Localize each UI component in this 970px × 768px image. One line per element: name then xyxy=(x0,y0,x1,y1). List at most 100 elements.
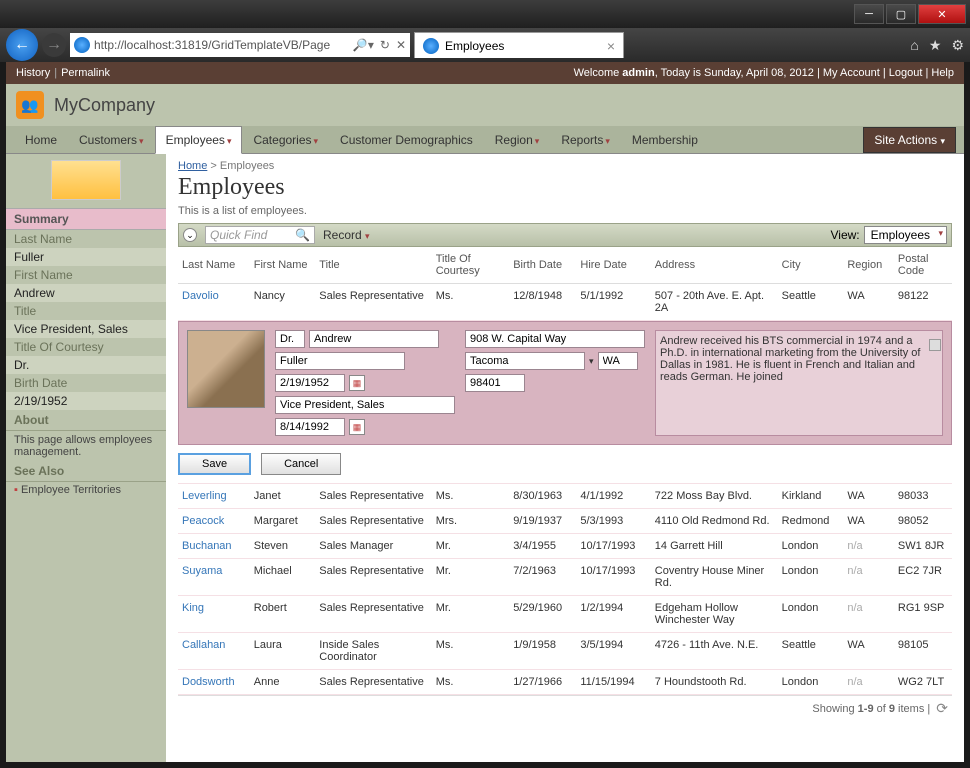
menu-customer-demographics[interactable]: Customer Demographics xyxy=(329,126,484,154)
tools-icon[interactable]: ⚙ xyxy=(951,37,964,54)
cancel-button[interactable]: Cancel xyxy=(261,453,341,475)
column-header[interactable]: Postal Code xyxy=(894,247,952,284)
row-lastname-link[interactable]: Peacock xyxy=(182,515,224,527)
row-lastname-link[interactable]: King xyxy=(182,602,204,614)
edit-panel: ▦ ▦▾ Andrew received his BTS commercial … xyxy=(178,321,952,445)
edit-lastname-input[interactable] xyxy=(275,352,405,370)
calendar-icon[interactable]: ▦ xyxy=(349,419,365,435)
save-button[interactable]: Save xyxy=(178,453,251,475)
edit-city-input[interactable] xyxy=(465,352,585,370)
site-actions-button[interactable]: Site Actions ▾ xyxy=(863,127,956,153)
window-close-button[interactable]: ✕ xyxy=(918,4,966,24)
row-lastname-link[interactable]: Leverling xyxy=(182,490,227,502)
quickfind-input[interactable]: Quick Find🔍 xyxy=(205,226,315,244)
about-heading: About xyxy=(6,410,166,431)
url-input[interactable] xyxy=(94,38,349,52)
column-header[interactable]: City xyxy=(778,247,844,284)
address-bar[interactable]: 🔎▾ ↻ ✕ xyxy=(70,33,410,57)
cell: 98122 xyxy=(894,284,952,321)
employee-photo xyxy=(187,330,265,408)
home-icon[interactable]: ⌂ xyxy=(910,37,918,54)
edit-toc-input[interactable] xyxy=(275,330,305,348)
summary-label: First Name xyxy=(6,266,166,284)
menu-customers[interactable]: Customers▾ xyxy=(68,126,155,154)
window-maximize-button[interactable]: ▢ xyxy=(886,4,916,24)
seealso-link[interactable]: Employee Territories xyxy=(6,482,166,498)
menu-employees[interactable]: Employees▾ xyxy=(155,126,243,154)
table-row[interactable]: KingRobertSales RepresentativeMr.5/29/19… xyxy=(178,596,952,633)
edit-notes-textarea[interactable]: Andrew received his BTS commercial in 19… xyxy=(655,330,943,436)
logout-link[interactable]: Logout xyxy=(889,67,923,79)
ie-icon xyxy=(74,37,90,53)
edit-postalcode-input[interactable] xyxy=(465,374,525,392)
nav-forward-button[interactable]: → xyxy=(42,33,66,57)
nav-back-button[interactable]: ← xyxy=(6,29,38,61)
row-lastname-link[interactable]: Suyama xyxy=(182,565,222,577)
search-icon[interactable]: 🔍 xyxy=(295,228,310,242)
column-header[interactable]: Last Name xyxy=(178,247,250,284)
refresh-icon[interactable]: ⟳ xyxy=(936,700,948,717)
chevron-down-icon[interactable]: ⌄ xyxy=(183,228,197,242)
employees-grid: Last NameFirst NameTitleTitle Of Courtes… xyxy=(178,247,952,695)
search-dropdown-icon[interactable]: 🔎▾ xyxy=(353,38,374,52)
menu-membership[interactable]: Membership xyxy=(621,126,709,154)
my-account-link[interactable]: My Account xyxy=(823,67,880,79)
menu-categories[interactable]: Categories▾ xyxy=(242,126,329,154)
menu-reports[interactable]: Reports▾ xyxy=(550,126,621,154)
column-header[interactable]: Region xyxy=(843,247,894,284)
table-row[interactable]: CallahanLauraInside Sales CoordinatorMs.… xyxy=(178,633,952,670)
cell: n/a xyxy=(843,596,894,633)
row-lastname-link[interactable]: Dodsworth xyxy=(182,676,235,688)
row-lastname-link[interactable]: Buchanan xyxy=(182,540,232,552)
tab-close-icon[interactable]: × xyxy=(607,38,615,54)
row-lastname-link[interactable]: Callahan xyxy=(182,639,225,651)
table-row[interactable]: DodsworthAnneSales RepresentativeMs.1/27… xyxy=(178,670,952,695)
cell: 4726 - 11th Ave. N.E. xyxy=(651,633,778,670)
column-header[interactable]: Title Of Courtesy xyxy=(432,247,510,284)
scrollbar-thumb[interactable] xyxy=(929,339,941,351)
cell: King xyxy=(178,596,250,633)
menu-region[interactable]: Region▾ xyxy=(484,126,551,154)
edit-hiredate-input[interactable] xyxy=(275,418,345,436)
record-menu[interactable]: Record ▾ xyxy=(323,228,370,242)
table-row[interactable]: LeverlingJanetSales RepresentativeMs.8/3… xyxy=(178,484,952,509)
stop-icon[interactable]: ✕ xyxy=(396,38,406,52)
column-header[interactable]: Address xyxy=(651,247,778,284)
welcome-label: Welcome xyxy=(574,67,623,79)
table-row[interactable]: SuyamaMichaelSales RepresentativeMr.7/2/… xyxy=(178,559,952,596)
column-header[interactable]: Hire Date xyxy=(576,247,650,284)
view-select[interactable]: Employees xyxy=(864,226,947,244)
app-header: 👥 MyCompany xyxy=(6,84,964,126)
table-row[interactable]: BuchananStevenSales ManagerMr.3/4/195510… xyxy=(178,534,952,559)
edit-firstname-input[interactable] xyxy=(309,330,439,348)
cell: Steven xyxy=(250,534,316,559)
cell: Dodsworth xyxy=(178,670,250,695)
browser-tab[interactable]: Employees × xyxy=(414,32,624,58)
cell: 722 Moss Bay Blvd. xyxy=(651,484,778,509)
edit-birthdate-input[interactable] xyxy=(275,374,345,392)
edit-title-input[interactable] xyxy=(275,396,455,414)
column-header[interactable]: Title xyxy=(315,247,431,284)
favorites-icon[interactable]: ★ xyxy=(929,37,942,54)
cell: 14 Garrett Hill xyxy=(651,534,778,559)
edit-region-input[interactable] xyxy=(598,352,638,370)
current-user: admin xyxy=(622,67,654,79)
column-header[interactable]: First Name xyxy=(250,247,316,284)
cell: WA xyxy=(843,284,894,321)
help-link[interactable]: Help xyxy=(931,67,954,79)
edit-address-input[interactable] xyxy=(465,330,645,348)
calendar-icon[interactable]: ▦ xyxy=(349,375,365,391)
cell: n/a xyxy=(843,534,894,559)
page-title: Employees xyxy=(178,174,952,201)
row-lastname-link[interactable]: Davolio xyxy=(182,290,219,302)
permalink-link[interactable]: Permalink xyxy=(61,67,110,79)
refresh-icon[interactable]: ↻ xyxy=(380,38,390,52)
breadcrumb-home[interactable]: Home xyxy=(178,160,207,172)
table-row[interactable]: DavolioNancySales RepresentativeMs.12/8/… xyxy=(178,284,952,321)
window-minimize-button[interactable]: ─ xyxy=(854,4,884,24)
column-header[interactable]: Birth Date xyxy=(509,247,576,284)
view-label: View: xyxy=(830,228,859,242)
menu-home[interactable]: Home xyxy=(14,126,68,154)
table-row[interactable]: PeacockMargaretSales RepresentativeMrs.9… xyxy=(178,509,952,534)
history-link[interactable]: History xyxy=(16,67,50,79)
